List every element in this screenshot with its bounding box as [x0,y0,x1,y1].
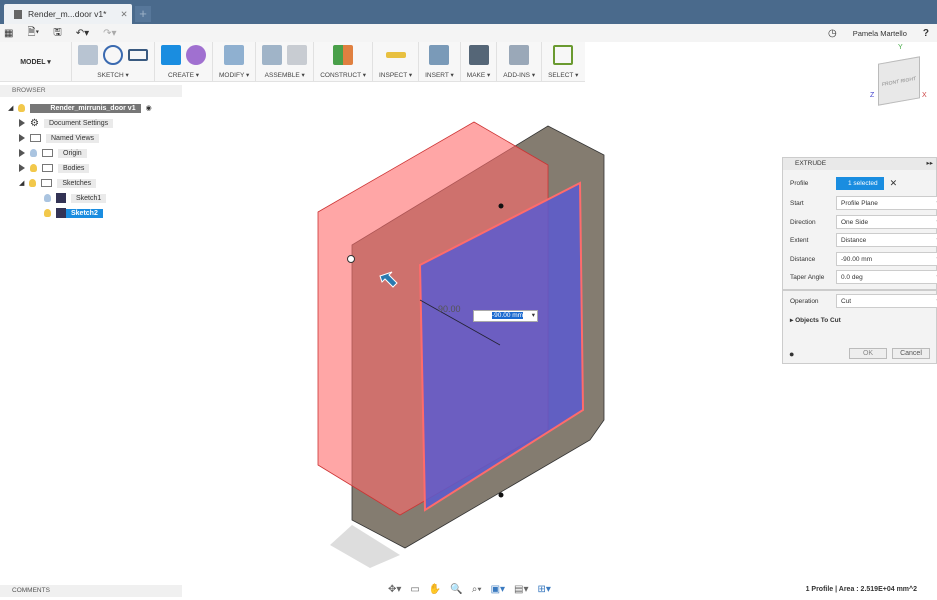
fit-icon[interactable]: ⌕▾ [472,584,482,595]
cancel-button[interactable]: Cancel [892,348,930,359]
navigation-bar: ✥▾ ▭ ✋ 🔍 ⌕▾ ▣▾ ▤▾ ⊞▾ [388,584,551,595]
manipulator-handle[interactable] [347,255,355,263]
z-axis-label: Z [870,92,875,99]
orbit-icon[interactable]: ✥▾ [388,584,401,595]
look-at-icon[interactable]: ▭ [410,584,419,595]
comments-bar[interactable]: COMMENTS [0,585,182,597]
operation-select[interactable]: Cut [836,294,937,308]
extent-select[interactable]: Distance [836,233,937,247]
profile-selection[interactable]: 1 selected [836,177,884,190]
y-axis-label: Y [898,44,903,51]
view-cube[interactable]: FRONT RIGHT [878,56,920,106]
display-settings-icon[interactable]: ▣▾ [491,584,505,595]
expand-panel-icon[interactable]: ▸▸ [926,158,933,170]
direction-select[interactable]: One Side [836,215,937,229]
clear-selection-icon[interactable]: ✕ [890,178,898,189]
distance-field[interactable]: -90.00 mm [836,252,937,266]
objects-to-cut-section[interactable]: ▸ Objects To Cut [790,316,841,325]
taper-angle-field[interactable]: 0.0 deg [836,270,937,284]
status-text: 1 Profile | Area : 2.519E+04 mm^2 [805,586,917,593]
start-select[interactable]: Profile Plane [836,196,937,210]
divider [783,289,936,291]
extrude-header[interactable]: EXTRUDE ▸▸ [783,158,936,170]
info-icon[interactable]: ● [789,349,794,359]
x-axis-label: X [922,92,927,99]
midpoint [498,492,504,498]
dimension-label: 90.00 [438,304,461,314]
distance-input[interactable]: -90.00 mm ▾ [473,310,538,322]
extrude-panel: EXTRUDE ▸▸ Profile 1 selected ✕ Start Profil… [782,157,937,364]
viewports-icon[interactable]: ⊞▾ [538,584,551,595]
ok-button[interactable]: OK [849,348,887,359]
grid-icon[interactable]: ▤▾ [514,584,528,595]
pan-icon[interactable]: ✋ [429,584,441,595]
zoom-icon[interactable]: 🔍 [450,584,462,595]
midpoint [498,203,504,209]
dropdown-arrow-icon[interactable]: ▾ [532,311,535,321]
